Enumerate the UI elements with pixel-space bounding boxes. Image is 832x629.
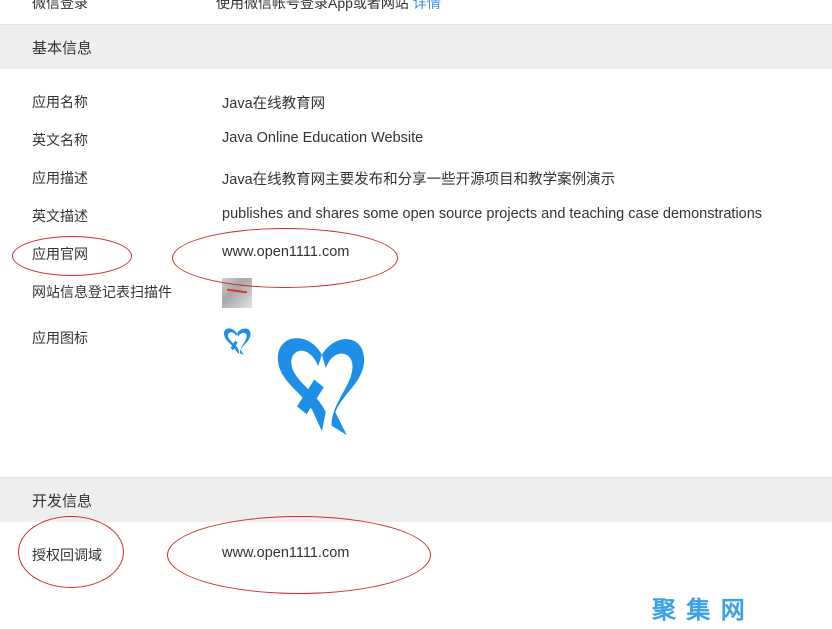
app-logo-large: [277, 338, 365, 436]
annotation-ellipse-website-label: [12, 236, 132, 276]
dev-info-header: 开发信息: [0, 477, 832, 522]
wechat-login-label: 微信登录: [32, 0, 88, 11]
basic-info-title: 基本信息: [32, 40, 93, 57]
app-description-value: Java在线教育网主要发布和分享一些开源项目和教学案例演示: [222, 172, 616, 188]
english-name-label: 英文名称: [32, 132, 88, 148]
wechat-login-desc: 使用微信帐号登录App或者网站 详情: [216, 0, 441, 13]
app-icon-label: 应用图标: [32, 330, 88, 346]
site-watermark: 聚 集 网: [652, 596, 746, 624]
app-name-value: Java在线教育网: [222, 96, 326, 112]
details-link[interactable]: 详情: [413, 0, 441, 11]
english-description-value: publishes and shares some open source pr…: [222, 206, 763, 222]
annotation-ellipse-callback-value: [167, 516, 431, 594]
annotation-ellipse-callback-label: [18, 516, 124, 588]
basic-info-header: 基本信息: [0, 24, 832, 69]
wechat-login-value: 使用微信帐号登录App或者网站: [216, 0, 409, 11]
app-icon-small: [224, 328, 251, 355]
app-description-label: 应用描述: [32, 170, 88, 186]
site-registration-scan-label: 网站信息登记表扫描件: [32, 284, 172, 300]
annotation-ellipse-website-value: [172, 228, 398, 288]
english-description-label: 英文描述: [32, 208, 88, 224]
dev-info-title: 开发信息: [32, 493, 93, 510]
english-name-value: Java Online Education Website: [222, 130, 424, 146]
app-name-label: 应用名称: [32, 94, 88, 110]
